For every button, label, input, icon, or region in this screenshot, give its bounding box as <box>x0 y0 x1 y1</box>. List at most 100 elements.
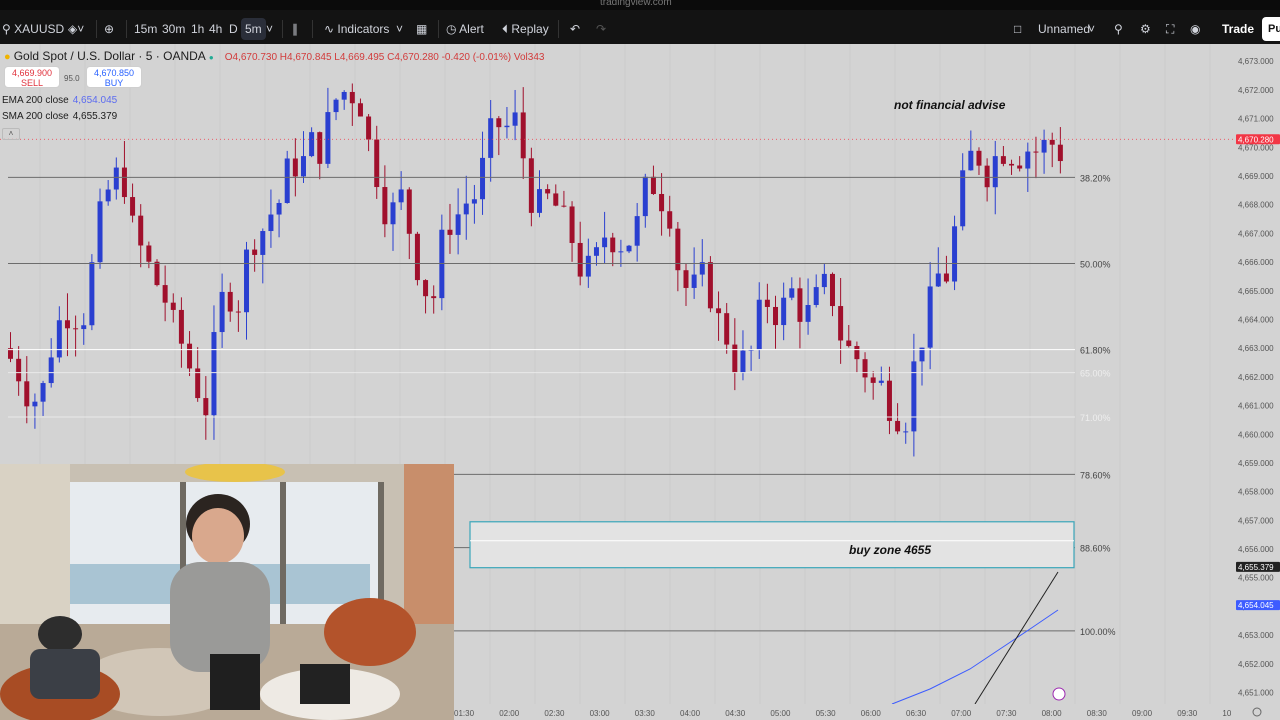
candle-body <box>333 99 339 113</box>
chevron-down-icon: ˅ <box>1088 22 1096 36</box>
candle-body <box>349 91 355 104</box>
candle-body <box>838 306 844 341</box>
interval-d[interactable]: D <box>229 18 238 40</box>
trade-button[interactable]: Trade <box>1214 17 1262 41</box>
candle-body <box>870 377 876 383</box>
sma-price-tag: 4,655.379 <box>1238 563 1274 572</box>
fib-level-label: 88.60% <box>1080 544 1111 554</box>
replay-label: Replay <box>511 22 549 36</box>
interval-30m[interactable]: 30m <box>162 18 185 40</box>
candle-body <box>300 156 306 177</box>
layout-button[interactable]: □ <box>1014 18 1021 40</box>
snapshot-button[interactable]: ◉ <box>1190 18 1200 40</box>
candle-body <box>162 285 168 303</box>
price-tick-label: 4,671.000 <box>1238 115 1274 124</box>
price-tick-label: 4,657.000 <box>1238 516 1274 525</box>
alert-button[interactable]: ◷ Alert <box>446 18 484 40</box>
candle-body <box>24 381 30 407</box>
undo-button[interactable]: ↶ <box>570 18 580 40</box>
layout-dropdown[interactable]: ˅ <box>1088 18 1095 40</box>
ema-label: EMA 200 close <box>2 95 69 106</box>
candle-body <box>414 233 420 281</box>
current-price-tag: 4,670.280 <box>1238 135 1274 144</box>
interval-4h[interactable]: 4h <box>209 18 222 40</box>
not-financial-advise-note[interactable]: not financial advise <box>894 98 1005 112</box>
undo-icon: ↶ <box>570 22 581 36</box>
sma-legend[interactable]: SMA 200 close 4,655.379 <box>2 111 117 122</box>
interval-1h[interactable]: 1h <box>191 18 204 40</box>
candle-body <box>390 202 396 225</box>
webcam-video <box>0 464 454 720</box>
candle-body <box>1017 165 1023 169</box>
buy-button[interactable]: 4,670.850 BUY <box>86 66 142 88</box>
indicators-dropdown[interactable]: ˅ <box>396 18 403 40</box>
candle-body <box>683 270 689 288</box>
candle-body <box>431 296 437 299</box>
candle-body <box>593 247 599 256</box>
trend-line <box>974 571 1059 705</box>
candle-body <box>528 158 534 213</box>
buy-zone-box <box>469 521 1075 569</box>
compare-icon: ◈˅ <box>68 22 85 36</box>
layout-name[interactable]: Unnamed <box>1038 18 1090 40</box>
candle-body <box>325 112 331 164</box>
candle-body <box>756 299 762 350</box>
camera-icon: ◉ <box>1190 22 1201 36</box>
chart-type-button[interactable]: ∥ <box>292 18 298 40</box>
price-tick-label: 4,665.000 <box>1238 287 1274 296</box>
candle-body <box>154 261 160 286</box>
candle-body <box>724 313 730 345</box>
candle-body <box>121 167 127 198</box>
candle-body <box>813 287 819 306</box>
ema-legend[interactable]: EMA 200 close 4,654.045 <box>2 95 117 106</box>
separator <box>282 20 283 38</box>
time-tick-label: 02:00 <box>499 709 520 718</box>
buy-zone-label[interactable]: buy zone 4655 <box>849 543 931 557</box>
candle-body <box>707 262 713 309</box>
interval-15m[interactable]: 15m <box>134 18 157 40</box>
candle-body <box>553 193 559 206</box>
fullscreen-button[interactable]: ⛶ <box>1166 18 1174 40</box>
candle-body <box>252 249 258 255</box>
compare-button[interactable]: ◈˅ <box>68 18 84 40</box>
sell-button[interactable]: 4,669.900 SELL <box>4 66 60 88</box>
interval-5m[interactable]: 5m <box>241 18 266 40</box>
webcam-overlay <box>0 464 454 720</box>
price-tick-label: 4,651.000 <box>1238 689 1274 698</box>
redo-button[interactable]: ↷ <box>596 18 606 40</box>
candle-body <box>829 273 835 307</box>
price-tick-label: 4,659.000 <box>1238 459 1274 468</box>
settings-button[interactable]: ⚙ <box>1140 18 1151 40</box>
time-tick-label: 07:30 <box>996 709 1017 718</box>
quick-search-button[interactable]: ⚲ <box>1114 18 1123 40</box>
candle-body <box>32 401 38 407</box>
fib-level-label: 50.00% <box>1080 260 1111 270</box>
price-tick-label: 4,653.000 <box>1238 631 1274 640</box>
publish-button[interactable]: Pu <box>1262 17 1280 41</box>
price-tick-label: 4,663.000 <box>1238 344 1274 353</box>
candle-body <box>211 332 217 416</box>
indicators-button[interactable]: ∿ Indicators <box>324 18 389 40</box>
candle-body <box>1049 139 1055 145</box>
time-tick-label: 05:00 <box>770 709 791 718</box>
separator <box>558 20 559 38</box>
candle-body <box>561 205 567 207</box>
candle-body <box>471 199 477 204</box>
chevron-down-icon: ˅ <box>396 22 404 36</box>
redo-icon: ↷ <box>596 22 607 36</box>
templates-button[interactable]: ▦ <box>416 18 427 40</box>
candle-body <box>227 291 233 312</box>
interval-dropdown[interactable]: ˅ <box>266 18 273 40</box>
candle-body <box>960 170 966 227</box>
alarm-clock-icon: ◷ <box>446 22 457 36</box>
candle-body <box>781 297 787 326</box>
candle-body <box>1009 163 1015 166</box>
add-symbol-button[interactable]: ⊕ <box>104 18 114 40</box>
legend-collapse-button[interactable]: ˄ <box>2 128 20 140</box>
chart-legend: ● Gold Spot / U.S. Dollar · 5 · OANDA ● … <box>4 48 544 64</box>
fib-level-label: 61.80% <box>1080 346 1111 356</box>
replay-button[interactable]: ⏴ Replay <box>502 18 549 40</box>
buy-label: BUY <box>104 78 124 88</box>
symbol-search-button[interactable]: ⚲ XAUUSD <box>2 18 64 40</box>
candle-body <box>895 420 901 432</box>
